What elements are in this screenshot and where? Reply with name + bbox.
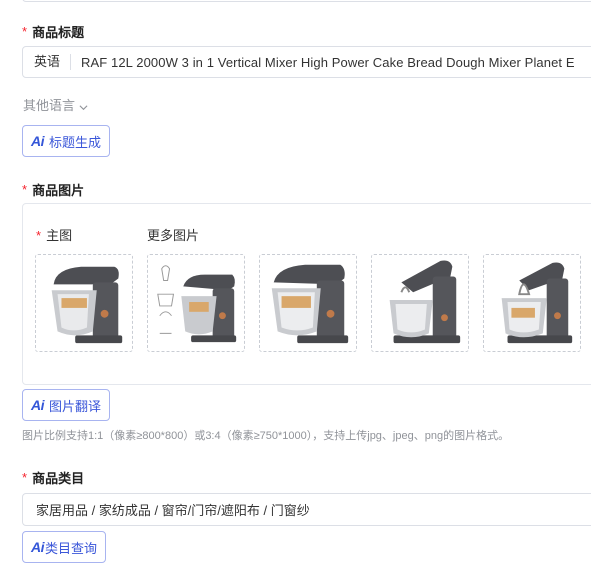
language-prefix: 英语 <box>23 54 72 70</box>
stand-mixer-front-image <box>36 255 132 351</box>
product-images-label-text: 商品图片 <box>32 183 85 198</box>
main-image-heading: * 主图 <box>36 225 72 244</box>
ai-title-generate-label: 标题生成 <box>49 134 102 150</box>
ai-icon: Ai <box>31 133 45 149</box>
product-category-label-text: 商品类目 <box>32 471 85 486</box>
product-title-label: * 商品标题 <box>22 22 84 41</box>
stand-mixer-diagram-image <box>148 255 244 351</box>
main-image-label: 主图 <box>46 228 73 243</box>
stand-mixer-side-image <box>260 255 356 351</box>
product-title-input[interactable]: 英语 RAF 12L 2000W 3 in 1 Vertical Mixer H… <box>22 46 591 78</box>
previous-field-border <box>22 0 591 2</box>
required-asterisk: * <box>36 228 42 243</box>
ai-image-translate-button[interactable]: Ai 图片翻译 <box>22 389 111 421</box>
ai-category-query-button[interactable]: Ai 类目查询 <box>22 531 107 563</box>
more-image-thumbnail-3[interactable] <box>371 254 469 352</box>
other-languages-label: 其他语言 <box>23 98 76 113</box>
ai-icon: Ai <box>31 539 45 555</box>
ai-image-translate-label: 图片翻译 <box>49 398 102 414</box>
required-asterisk: * <box>22 470 28 485</box>
ai-category-query-label: 类目查询 <box>45 540 98 556</box>
product-category-label: * 商品类目 <box>22 468 84 487</box>
product-images-label: * 商品图片 <box>22 180 84 199</box>
other-languages-toggle[interactable]: 其他语言 <box>23 95 88 114</box>
stand-mixer-head-up-image <box>372 255 468 351</box>
more-images-heading: 更多图片 <box>147 228 200 243</box>
ai-title-generate-button[interactable]: Ai 标题生成 <box>22 125 111 157</box>
image-format-hint: 图片比例支持1:1（像素≥800*800）或3:4（像素≥750*1000），支… <box>22 430 510 442</box>
required-asterisk: * <box>22 24 28 39</box>
ai-icon: Ai <box>31 397 45 413</box>
product-category-input[interactable]: 家居用品 / 家纺成品 / 窗帘/门帘/遮阳布 / 门窗纱 <box>22 493 591 526</box>
product-title-label-text: 商品标题 <box>32 25 85 40</box>
main-image-thumbnail[interactable] <box>35 254 133 352</box>
product-title-value[interactable]: RAF 12L 2000W 3 in 1 Vertical Mixer High… <box>71 55 575 70</box>
required-asterisk: * <box>22 182 28 197</box>
more-image-thumbnail-2[interactable] <box>259 254 357 352</box>
stand-mixer-bowl-image <box>484 255 580 351</box>
chevron-down-icon <box>79 100 88 111</box>
product-category-value: 家居用品 / 家纺成品 / 窗帘/门帘/遮阳布 / 门窗纱 <box>36 503 310 518</box>
more-image-thumbnail-1[interactable] <box>147 254 245 352</box>
more-image-thumbnail-4[interactable] <box>483 254 581 352</box>
